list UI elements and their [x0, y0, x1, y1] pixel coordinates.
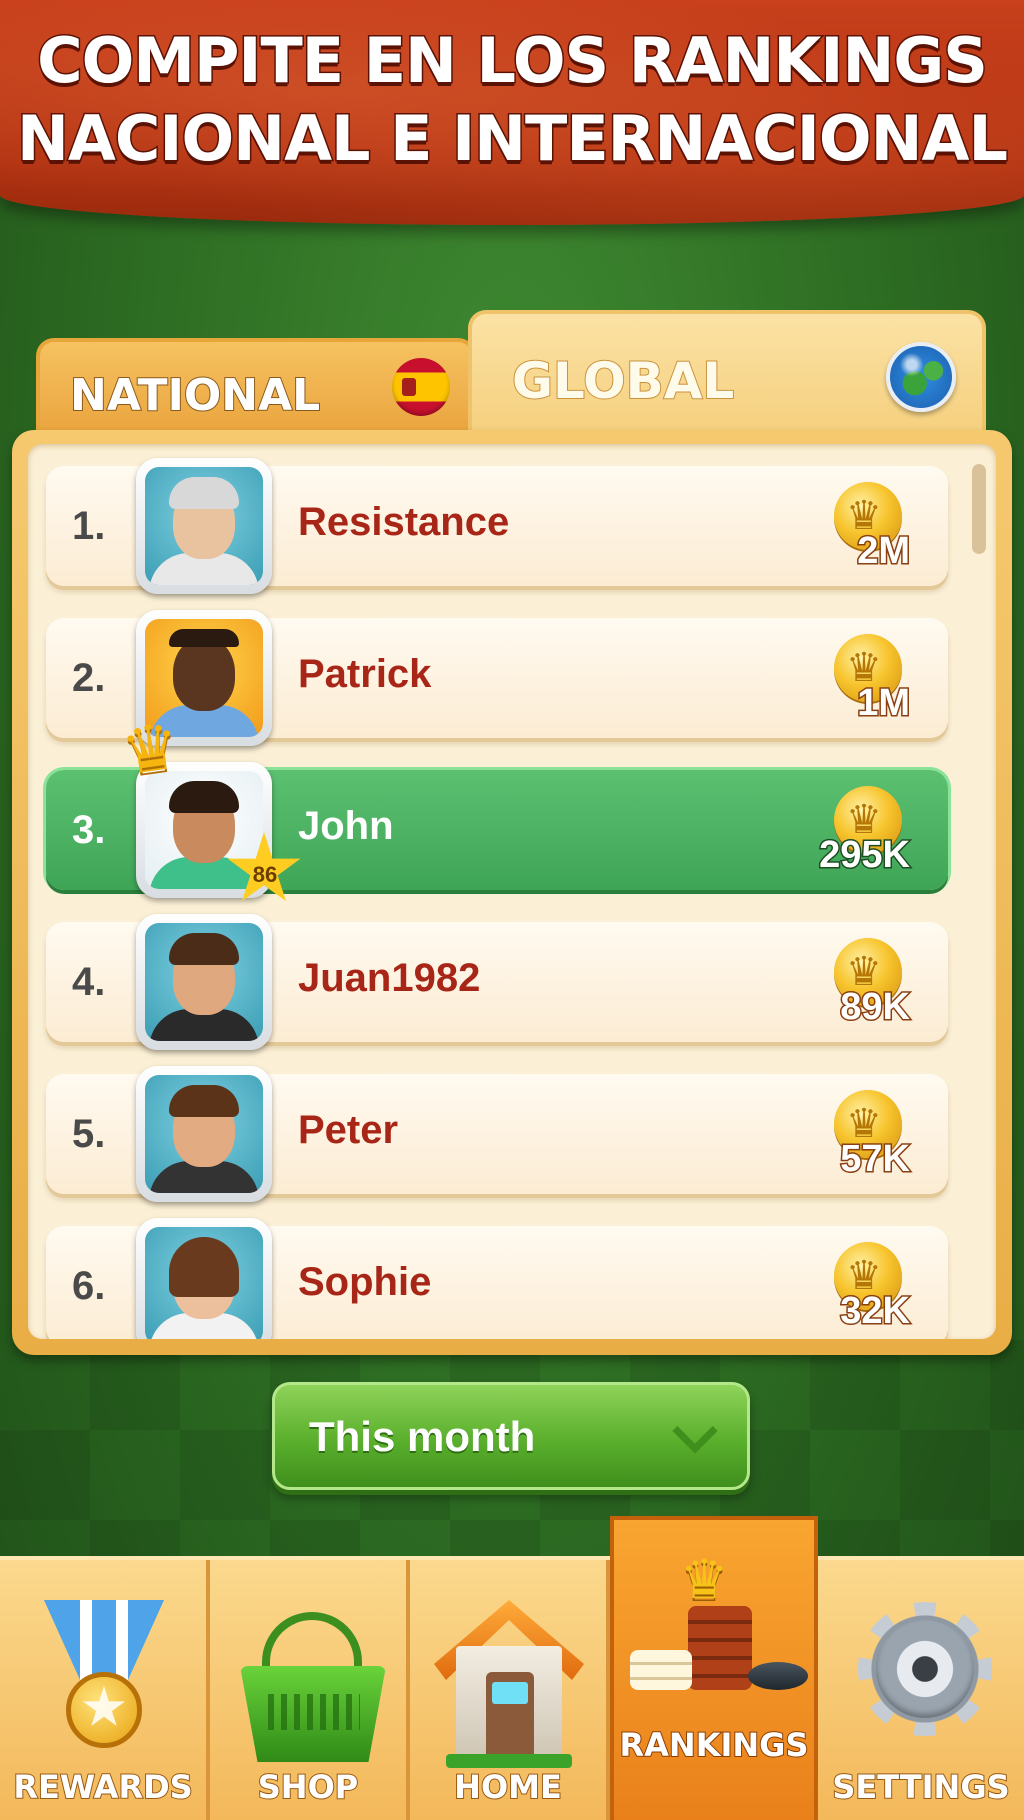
player-name: Resistance	[298, 500, 510, 544]
leaderboard-row-current-user[interactable]: 3. ♛ 86 John ♛ 295K	[46, 709, 948, 902]
player-score: 1M	[856, 681, 912, 726]
nav-label: HOME	[453, 1767, 563, 1807]
rank-number: 3.	[72, 808, 106, 852]
period-dropdown-label: This month	[309, 1413, 536, 1460]
player-name: Sophie	[298, 1260, 432, 1304]
crown-icon: ♛	[117, 709, 185, 789]
tab-global-label: GLOBAL	[511, 351, 735, 411]
leaderboard-row[interactable]: 4. Juan1982 ♛ 89K	[46, 914, 948, 1050]
nav-item-rankings[interactable]: ♛ RANKINGS	[610, 1516, 818, 1820]
banner-title-line-2: NACIONAL E INTERNACIONAL	[16, 101, 1010, 177]
player-score: 295K	[818, 833, 912, 878]
header-banner: COMPITE EN LOS RANKINGS NACIONAL E INTER…	[0, 0, 1024, 225]
nav-item-shop[interactable]: SHOP	[210, 1560, 410, 1820]
leaderboard-row[interactable]: 1. Resistance ♛ 2M	[46, 458, 948, 594]
leaderboard-row[interactable]: 5. Peter ♛ 57K	[46, 1066, 948, 1202]
rank-number: 1.	[72, 504, 106, 548]
tab-global[interactable]: GLOBAL	[468, 310, 986, 440]
chevron-down-icon	[672, 1408, 718, 1454]
nav-label: SETTINGS	[831, 1767, 1010, 1807]
globe-icon	[886, 342, 956, 412]
player-level: 86	[252, 862, 278, 887]
player-score: 57K	[839, 1137, 912, 1182]
leaderboard-row[interactable]: 6. Sophie ♛ 32K	[46, 1218, 948, 1339]
avatar-old-man	[136, 458, 272, 594]
nav-item-home[interactable]: HOME	[410, 1560, 610, 1820]
nav-label: SHOP	[257, 1767, 359, 1807]
leaderboard-list[interactable]: 1. Resistance ♛ 2M 2. Patrick ♛ 1M 3. ♛ …	[28, 444, 996, 1339]
scrollbar[interactable]	[972, 464, 986, 554]
player-name: Juan1982	[298, 956, 481, 1000]
period-dropdown[interactable]: This month	[272, 1382, 750, 1490]
tab-national-label: NATIONAL	[69, 369, 321, 422]
player-score: 32K	[839, 1289, 912, 1334]
player-name: Peter	[298, 1108, 399, 1152]
leaderboard-panel: 1. Resistance ♛ 2M 2. Patrick ♛ 1M 3. ♛ …	[12, 430, 1012, 1355]
rank-number: 4.	[72, 960, 106, 1004]
avatar-young-man	[136, 914, 272, 1050]
player-name: John	[298, 804, 394, 848]
player-score: 2M	[856, 529, 912, 574]
nav-item-rewards[interactable]: REWARDS	[0, 1560, 210, 1820]
nav-item-settings[interactable]: SETTINGS	[818, 1560, 1024, 1820]
tab-national[interactable]: NATIONAL	[36, 338, 476, 438]
banner-title-line-1: COMPITE EN LOS RANKINGS	[36, 23, 990, 99]
spain-flag-icon	[392, 358, 450, 416]
avatar-woman	[136, 1218, 272, 1339]
nav-label: REWARDS	[12, 1767, 193, 1807]
nav-label: RANKINGS	[619, 1725, 810, 1765]
player-score: 89K	[839, 985, 912, 1030]
leaderboard-row[interactable]: 2. Patrick ♛ 1M	[46, 610, 948, 746]
player-name: Patrick	[298, 652, 432, 696]
rank-number: 2.	[72, 656, 106, 700]
bottom-nav: REWARDS SHOP HOME ♛ RANKINGS SETTINGS	[0, 1516, 1024, 1820]
avatar-man	[136, 1066, 272, 1202]
rank-number: 6.	[72, 1264, 106, 1308]
rank-number: 5.	[72, 1112, 106, 1156]
